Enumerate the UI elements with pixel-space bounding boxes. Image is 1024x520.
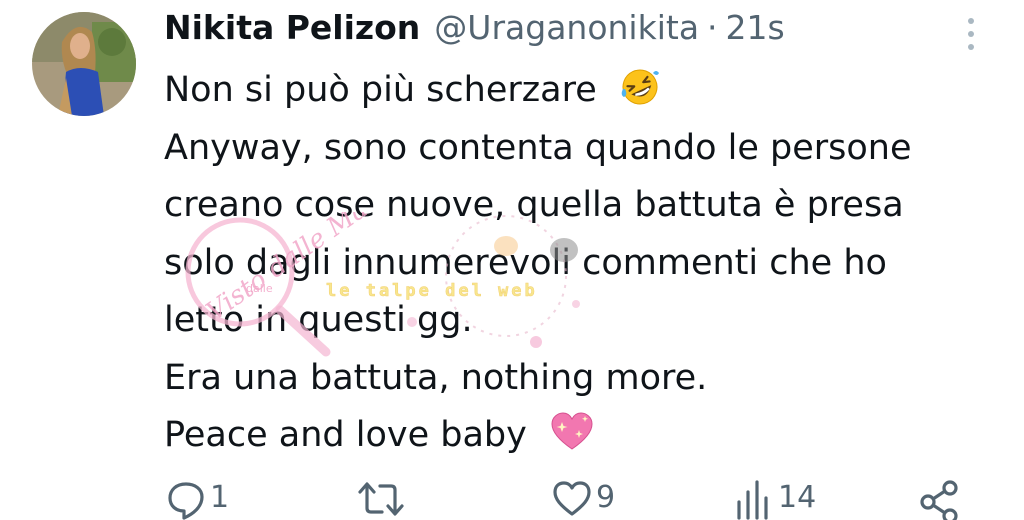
tweet-line: solo dagli innumerevoli commenti che ho [164,242,887,283]
author-name[interactable]: Nikita Pelizon [164,8,420,47]
tweet-line: letto in questi gg. [164,300,473,340]
tweet-text: Non si può più scherzare Anyway, sono co… [164,62,912,465]
share-icon [920,480,958,520]
reply-button[interactable]: 1 [166,478,229,520]
tweet-line: creano cose nuove, quella battuta è pres… [164,185,904,225]
more-options-icon[interactable] [956,14,986,54]
sparkling-heart-emoji [550,412,594,471]
avatar[interactable] [32,12,136,116]
tweet-line: Anyway, sono contenta quando le persone [164,127,912,168]
separator-dot: · [707,8,718,47]
tweet-actions: 1 9 14 [0,478,1024,520]
tweet-header: Nikita Pelizon @Uraganonikita · 21s [164,8,785,58]
tweet-line: Era una battuta, nothing more. [164,357,708,398]
share-button[interactable] [918,478,962,520]
retweet-icon [358,482,404,516]
timestamp[interactable]: 21s [726,8,785,47]
tweet-line: Non si può più scherzare [164,62,912,120]
like-count: 9 [596,480,616,515]
reply-count: 1 [210,480,230,515]
heart-icon [553,481,591,516]
like-button[interactable]: 9 [552,478,615,520]
retweet-button[interactable] [356,478,410,520]
views-chart-icon [737,480,768,520]
views-count: 14 [778,480,817,515]
views-button[interactable]: 14 [734,478,816,520]
author-handle[interactable]: @Uraganonikita [434,8,699,47]
rolling-on-floor-laughing-emoji [620,67,660,126]
tweet-line: Peace and love baby [164,407,912,465]
reply-icon [168,482,204,520]
